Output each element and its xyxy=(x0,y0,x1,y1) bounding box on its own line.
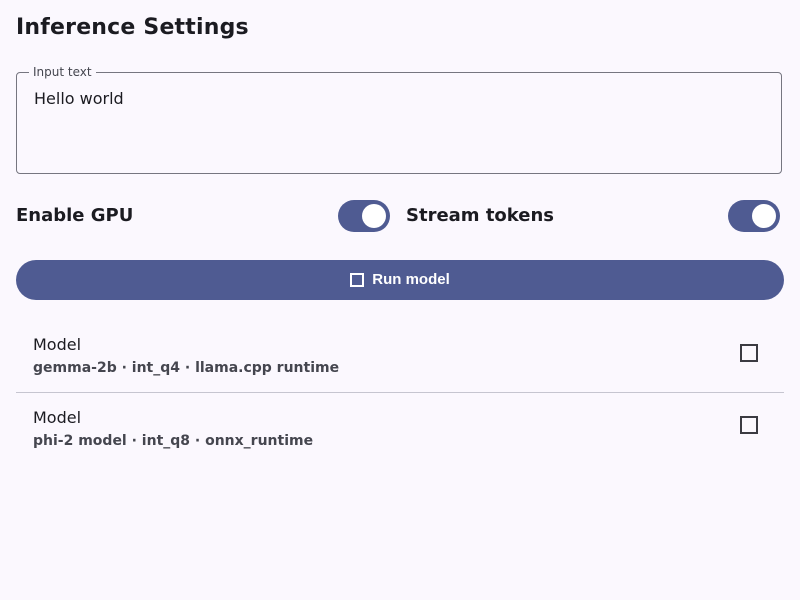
list-item-subtitle: phi-2 model · int_q8 · onnx_runtime xyxy=(33,433,314,449)
list-item-title: Model xyxy=(33,408,82,427)
list-item-title: Model xyxy=(33,335,82,354)
checkbox-icon[interactable] xyxy=(740,344,758,362)
run-model-button[interactable]: Run model xyxy=(16,260,784,300)
switch-knob xyxy=(362,204,386,228)
prompt-input[interactable]: Hello world xyxy=(34,89,754,149)
gpu-toggle-row: Enable GPU xyxy=(16,200,390,232)
model-list: Model gemma-2b · int_q4 · llama.cpp runt… xyxy=(16,320,784,464)
stream-toggle-switch[interactable] xyxy=(728,200,780,232)
checkbox-icon[interactable] xyxy=(740,416,758,434)
stream-toggle-row: Stream tokens xyxy=(406,200,780,232)
gpu-toggle-switch[interactable] xyxy=(338,200,390,232)
play-icon xyxy=(350,273,365,287)
prompt-field-label: Input text xyxy=(29,65,96,79)
gpu-toggle-label: Enable GPU xyxy=(16,205,134,226)
stream-toggle-label: Stream tokens xyxy=(406,205,555,226)
list-item[interactable]: Model phi-2 model · int_q8 · onnx_runtim… xyxy=(16,392,784,464)
switch-knob xyxy=(752,204,776,228)
app-screen: Inference Settings Input text Hello worl… xyxy=(0,0,800,600)
prompt-text-field[interactable]: Input text Hello world xyxy=(16,65,782,174)
list-item-subtitle: gemma-2b · int_q4 · llama.cpp runtime xyxy=(33,360,340,376)
page-title: Inference Settings xyxy=(16,15,249,40)
run-model-label: Run model xyxy=(372,271,450,288)
list-item[interactable]: Model gemma-2b · int_q4 · llama.cpp runt… xyxy=(16,320,784,392)
